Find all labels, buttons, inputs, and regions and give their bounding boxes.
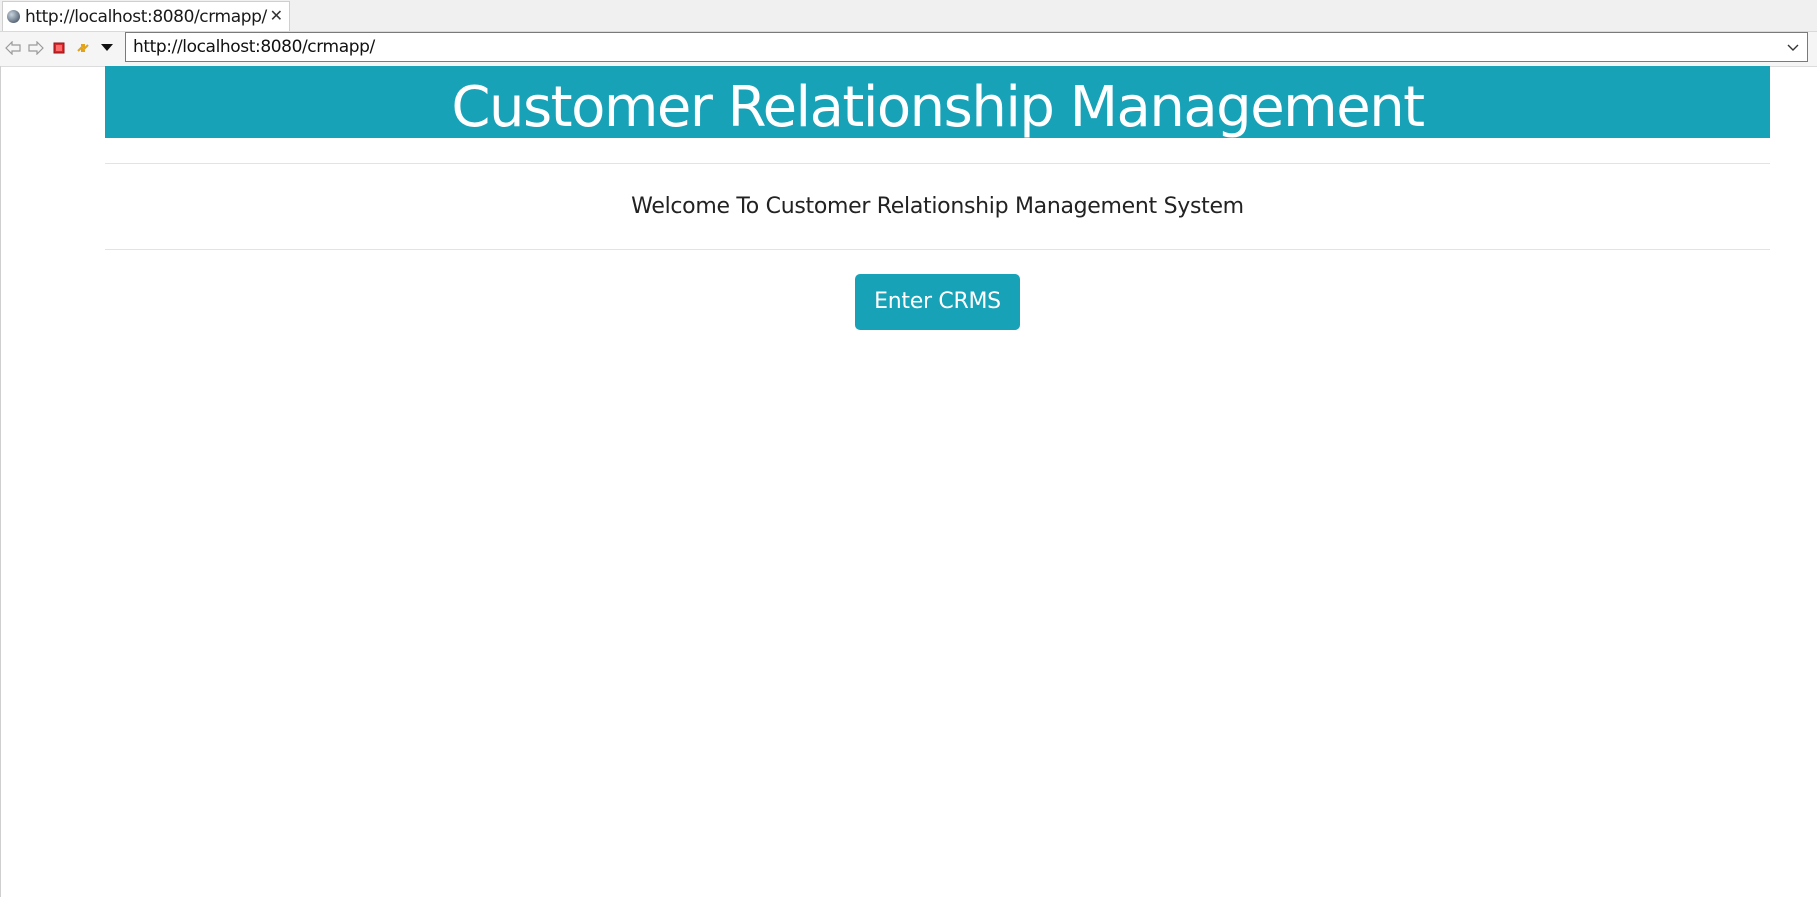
page-title: Customer Relationship Management — [451, 75, 1425, 138]
url-text: http://localhost:8080/crmapp/ — [133, 37, 375, 57]
back-arrow-icon[interactable] — [3, 38, 23, 58]
close-icon[interactable]: ✕ — [270, 6, 283, 26]
viewport-border — [0, 66, 1, 897]
chevron-down-icon[interactable] — [1785, 39, 1801, 55]
dropdown-triangle-icon[interactable] — [97, 38, 117, 58]
browser-tab[interactable]: http://localhost:8080/crmapp/ ✕ — [2, 1, 290, 31]
globe-icon — [7, 10, 20, 23]
welcome-message: Welcome To Customer Relationship Managem… — [631, 194, 1244, 219]
url-field[interactable]: http://localhost:8080/crmapp/ — [125, 32, 1808, 62]
divider — [105, 249, 1770, 250]
browser-tab-bar: http://localhost:8080/crmapp/ ✕ — [0, 0, 1817, 32]
refresh-icon[interactable] — [73, 38, 93, 58]
tab-title: http://localhost:8080/crmapp/ — [25, 6, 267, 27]
forward-arrow-icon[interactable] — [26, 38, 46, 58]
browser-toolbar: http://localhost:8080/crmapp/ — [0, 32, 1817, 67]
stop-icon[interactable] — [49, 38, 69, 58]
page-content: Customer Relationship Management Welcome… — [105, 66, 1770, 330]
enter-crms-button[interactable]: Enter CRMS — [855, 274, 1020, 330]
header-banner: Customer Relationship Management — [105, 66, 1770, 138]
button-container: Enter CRMS — [105, 274, 1770, 330]
